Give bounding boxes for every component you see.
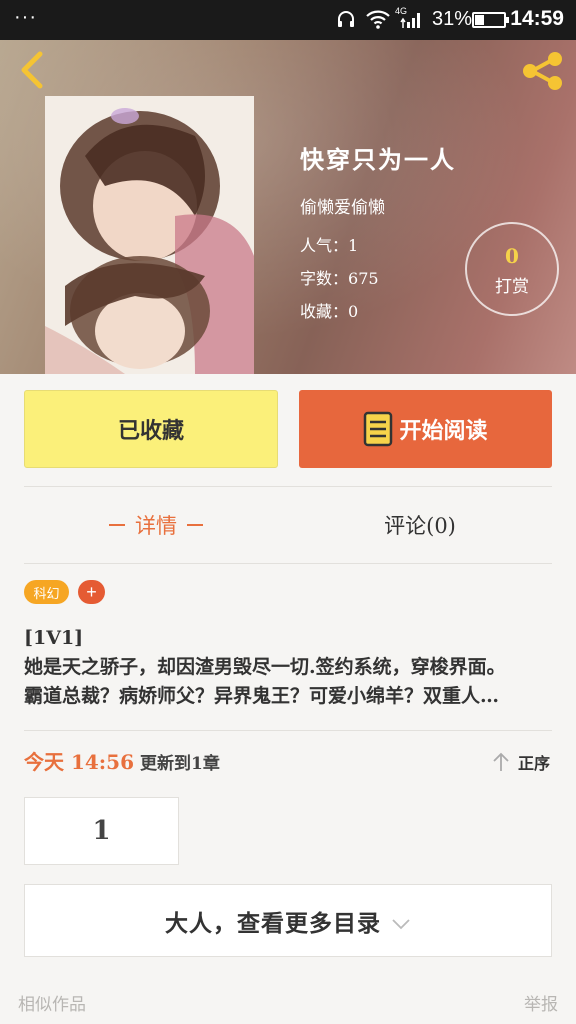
sort-order-button[interactable]: 正序: [492, 750, 550, 774]
similar-works-link[interactable]: 相似作品: [18, 990, 86, 1015]
menu-dots: ···: [14, 6, 37, 28]
signal-icon: 4G: [395, 6, 425, 30]
chevron-down-icon: [392, 918, 410, 929]
sort-order-label: 正序: [518, 754, 551, 773]
description-line: [1V1]: [24, 627, 84, 649]
chapter-page-label: 1: [92, 816, 111, 846]
book-info: 快穿只为一人 偷懒爱偷懒 人气：1 字数：675 收藏：0: [300, 140, 456, 331]
description-line: 她是天之骄子，却因渣男毁尽一切.签约系统，穿梭界面。: [24, 656, 506, 678]
favorite-button[interactable]: 已收藏: [24, 390, 278, 468]
divider: [24, 730, 552, 731]
update-text: 更新到1章: [140, 754, 220, 774]
genre-tag[interactable]: 科幻: [24, 580, 69, 604]
more-catalog-label: 大人，查看更多目录: [165, 909, 381, 937]
book-cover[interactable]: [45, 96, 254, 374]
clock: 14:59: [510, 7, 564, 30]
update-info: 今天 14:56 更新到1章: [24, 746, 220, 775]
divider: [24, 563, 552, 564]
tab-dash-right: [187, 524, 203, 526]
tab-comments[interactable]: 评论(0): [288, 505, 552, 545]
status-bar: ··· 4G 31% 14:59: [0, 0, 576, 40]
arrow-up-icon: [493, 752, 509, 771]
popularity-value: 1: [348, 236, 359, 255]
report-link[interactable]: 举报: [524, 990, 558, 1015]
share-icon[interactable]: [520, 50, 566, 92]
word-count-value: 675: [348, 269, 379, 288]
tab-dash-left: [109, 524, 125, 526]
description-line: 霸道总裁？病娇师父？异界鬼王？可爱小绵羊？双重人…: [24, 685, 500, 707]
word-count-stat: 字数：675: [300, 265, 456, 288]
favorites-label: 收藏：: [300, 302, 349, 321]
add-tag-button[interactable]: +: [78, 580, 105, 604]
headphones-icon: [338, 11, 354, 27]
start-reading-button[interactable]: 开始阅读: [299, 390, 552, 468]
favorites-value: 0: [348, 302, 359, 321]
book-author[interactable]: 偷懒爱偷懒: [300, 193, 456, 218]
wifi-icon: [366, 10, 390, 29]
book-icon: [364, 411, 393, 447]
tip-count: 0: [505, 244, 519, 268]
book-description[interactable]: [1V1] 她是天之骄子，却因渣男毁尽一切.签约系统，穿梭界面。 霸道总裁？病娇…: [24, 624, 552, 711]
chapter-page-button[interactable]: 1: [24, 797, 179, 865]
book-title: 快穿只为一人: [300, 145, 456, 174]
add-tag-label: +: [86, 581, 97, 602]
popularity-stat: 人气：1: [300, 232, 456, 255]
tab-comments-label: 评论(0): [384, 514, 456, 538]
popularity-label: 人气：: [300, 236, 349, 255]
tab-detail-label: 详情: [135, 514, 177, 538]
start-reading-label: 开始阅读: [399, 418, 488, 444]
tip-label: 打赏: [495, 277, 529, 297]
book-header: 快穿只为一人 偷懒爱偷懒 人气：1 字数：675 收藏：0 0 打赏: [0, 40, 576, 374]
update-time: 今天 14:56: [24, 750, 135, 774]
favorite-button-label: 已收藏: [117, 418, 184, 444]
more-catalog-button[interactable]: 大人，查看更多目录: [24, 884, 552, 957]
genre-tag-label: 科幻: [33, 586, 60, 602]
chevron-left-icon[interactable]: [12, 48, 52, 92]
cover-illustration: [45, 96, 254, 374]
tip-button[interactable]: 0 打赏: [465, 222, 559, 316]
word-count-label: 字数：: [300, 269, 349, 288]
divider: [24, 486, 552, 487]
battery-percent: 31%: [432, 8, 473, 30]
tab-detail[interactable]: 详情: [24, 505, 288, 545]
battery-icon: [472, 12, 509, 28]
favorites-stat: 收藏：0: [300, 298, 456, 321]
